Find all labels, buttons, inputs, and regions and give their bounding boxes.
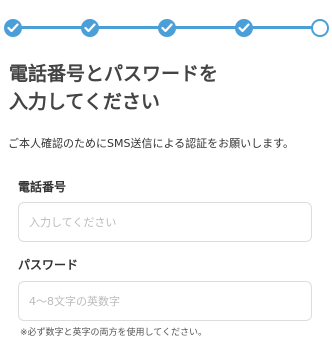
password-input[interactable] xyxy=(18,281,312,321)
step-2-complete-icon xyxy=(81,19,99,37)
step-1-complete-icon xyxy=(4,19,22,37)
phone-input[interactable] xyxy=(18,202,312,242)
page-title: 電話番号とパスワードを 入力してください xyxy=(9,63,219,113)
password-label: パスワード xyxy=(18,258,79,272)
intro-text: ご本人確認のためにSMS送信による認証をお願いします。 xyxy=(8,137,295,150)
progress-stepper xyxy=(0,13,332,43)
step-5-current-icon xyxy=(311,19,329,37)
password-hint: ※必ず数字と英字の両方を使用してください。 xyxy=(20,328,208,338)
phone-label: 電話番号 xyxy=(18,180,67,194)
step-4-complete-icon xyxy=(235,19,253,37)
step-3-complete-icon xyxy=(158,19,176,37)
